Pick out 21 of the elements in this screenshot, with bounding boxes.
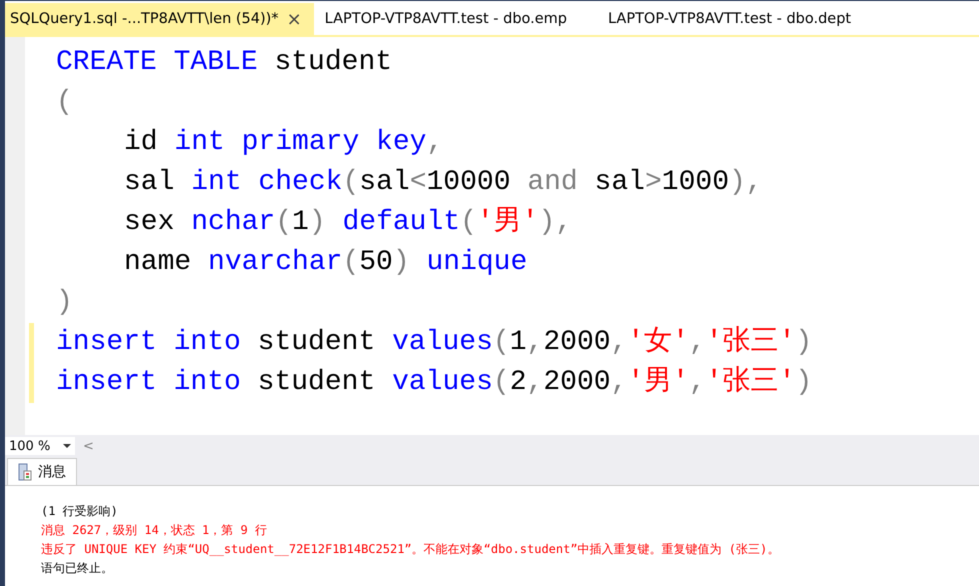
message-line: 消息 2627，级别 14，状态 1，第 9 行 [41,522,268,539]
message-line: 违反了 UNIQUE KEY 约束“UQ__student__72E12F1B14BC2521”。不能在对象“dbo.student”中插入重复键。重复键值为 (张三)。 [41,541,780,558]
results-tab[interactable]: 消息 [7,458,77,485]
code-line: id int primary key, [123,126,444,160]
document-tab[interactable]: SQLQuery1.sql -...TP8AVTT\len (54))* × [5,3,314,35]
code-line: sal int check(sal<10000 and sal>1000), [123,166,763,200]
message-line: 语句已终止。 [41,560,114,577]
caret-icon [63,444,71,448]
close-icon[interactable]: × [286,8,302,30]
code-line: ( [55,86,73,120]
code-line: insert into student values(2,2000,'男','张三') [55,365,812,400]
code-line: CREATE TABLE student [55,46,392,80]
document-tab[interactable]: LAPTOP-VTP8AVTT.test - dbo.emp [320,3,579,35]
document-tab[interactable]: LAPTOP-VTP8AVTT.test - dbo.dept [603,3,864,35]
code-line: name nvarchar(50) unique [123,246,528,280]
messages-icon [18,463,32,481]
code-line: ) [55,286,73,320]
code-line: sex nchar(1) default('男'), [123,206,572,240]
zoom-dropdown[interactable]: 100 % [5,437,75,455]
message-line: (1 行受影响) [41,503,119,520]
code-line: insert into student values(1,2000,'女','张三') [55,325,812,360]
